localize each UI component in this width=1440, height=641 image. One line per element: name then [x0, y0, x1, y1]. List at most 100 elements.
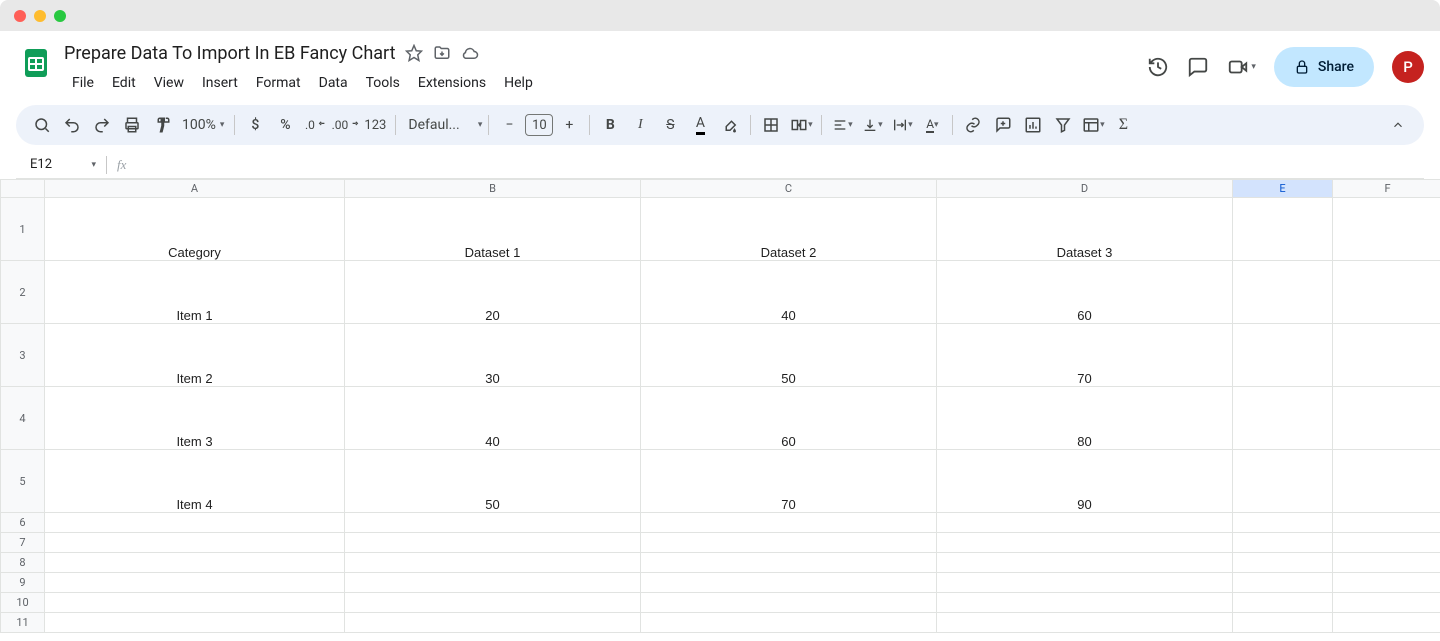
strikethrough-button[interactable]: S — [656, 111, 684, 139]
row-header-4[interactable]: 4 — [1, 387, 45, 450]
cell-A2[interactable]: Item 1 — [45, 261, 345, 324]
account-avatar[interactable]: P — [1392, 51, 1424, 83]
formula-input[interactable] — [136, 151, 1424, 178]
rotate-button[interactable]: A▾ — [918, 111, 946, 139]
window-close-button[interactable] — [14, 10, 26, 22]
col-header-F[interactable]: F — [1333, 180, 1440, 198]
cell-F5[interactable] — [1333, 450, 1440, 513]
print-button[interactable] — [118, 111, 146, 139]
menu-help[interactable]: Help — [496, 71, 541, 95]
cell-C5[interactable]: 70 — [641, 450, 937, 513]
name-box[interactable]: E12 ▾ — [16, 157, 106, 172]
cell-D5[interactable]: 90 — [937, 450, 1233, 513]
cell-D4[interactable]: 80 — [937, 387, 1233, 450]
cell-F1[interactable] — [1333, 198, 1440, 261]
increase-decimal-button[interactable]: .00 — [331, 111, 359, 139]
spreadsheet-grid[interactable]: A B C D E F 1 Category Dataset 1 Dataset… — [0, 179, 1440, 633]
col-header-C[interactable]: C — [641, 180, 937, 198]
text-color-button[interactable]: A — [686, 111, 714, 139]
cell-B5[interactable]: 50 — [345, 450, 641, 513]
cell-C1[interactable]: Dataset 2 — [641, 198, 937, 261]
col-header-D[interactable]: D — [937, 180, 1233, 198]
row-header-5[interactable]: 5 — [1, 450, 45, 513]
merge-button[interactable]: ▾ — [787, 111, 815, 139]
cell-B1[interactable]: Dataset 1 — [345, 198, 641, 261]
cell-C3[interactable]: 50 — [641, 324, 937, 387]
wrap-button[interactable]: ▾ — [888, 111, 916, 139]
cell-A1[interactable]: Category — [45, 198, 345, 261]
h-align-button[interactable]: ▾ — [828, 111, 856, 139]
window-zoom-button[interactable] — [54, 10, 66, 22]
insert-chart-button[interactable] — [1019, 111, 1047, 139]
row-header-3[interactable]: 3 — [1, 324, 45, 387]
cell-E2[interactable] — [1233, 261, 1333, 324]
menu-insert[interactable]: Insert — [194, 71, 246, 95]
cell-E5[interactable] — [1233, 450, 1333, 513]
italic-button[interactable]: I — [626, 111, 654, 139]
cloud-status-icon[interactable] — [461, 44, 479, 62]
window-minimize-button[interactable] — [34, 10, 46, 22]
toolbar-collapse-icon[interactable] — [1384, 111, 1412, 139]
search-menus-icon[interactable] — [28, 111, 56, 139]
select-all-corner[interactable] — [1, 180, 45, 198]
share-button[interactable]: Share — [1274, 47, 1374, 87]
cell-E1[interactable] — [1233, 198, 1333, 261]
menu-extensions[interactable]: Extensions — [410, 71, 494, 95]
filter-button[interactable] — [1049, 111, 1077, 139]
menu-view[interactable]: View — [146, 71, 192, 95]
table-views-button[interactable]: ▾ — [1079, 111, 1107, 139]
col-header-A[interactable]: A — [45, 180, 345, 198]
redo-button[interactable] — [88, 111, 116, 139]
cell-F3[interactable] — [1333, 324, 1440, 387]
font-size-increase[interactable]: + — [555, 111, 583, 139]
row-header-7[interactable]: 7 — [1, 533, 45, 553]
cell-B4[interactable]: 40 — [345, 387, 641, 450]
functions-button[interactable]: Σ — [1109, 111, 1137, 139]
cell-B3[interactable]: 30 — [345, 324, 641, 387]
fill-color-button[interactable] — [716, 111, 744, 139]
menu-tools[interactable]: Tools — [358, 71, 408, 95]
col-header-B[interactable]: B — [345, 180, 641, 198]
cell-A5[interactable]: Item 4 — [45, 450, 345, 513]
bold-button[interactable]: B — [596, 111, 624, 139]
col-header-E[interactable]: E — [1233, 180, 1333, 198]
row-header-8[interactable]: 8 — [1, 553, 45, 573]
number-format-button[interactable]: 123 — [361, 111, 389, 139]
cell-D3[interactable]: 70 — [937, 324, 1233, 387]
row-header-10[interactable]: 10 — [1, 593, 45, 613]
cell-C4[interactable]: 60 — [641, 387, 937, 450]
font-size-input[interactable]: 10 — [525, 114, 553, 136]
decrease-decimal-button[interactable]: .0 — [301, 111, 329, 139]
cell-C2[interactable]: 40 — [641, 261, 937, 324]
cell-B2[interactable]: 20 — [345, 261, 641, 324]
cell-E4[interactable] — [1233, 387, 1333, 450]
cell-A4[interactable]: Item 3 — [45, 387, 345, 450]
cell-A3[interactable]: Item 2 — [45, 324, 345, 387]
font-dropdown[interactable]: Defaul...▾ — [402, 117, 482, 133]
insert-comment-button[interactable] — [989, 111, 1017, 139]
paint-format-button[interactable] — [148, 111, 176, 139]
menu-edit[interactable]: Edit — [104, 71, 144, 95]
borders-button[interactable] — [757, 111, 785, 139]
font-size-decrease[interactable]: − — [495, 111, 523, 139]
v-align-button[interactable]: ▾ — [858, 111, 886, 139]
row-header-6[interactable]: 6 — [1, 513, 45, 533]
zoom-dropdown[interactable]: 100%▾ — [178, 117, 228, 133]
row-header-11[interactable]: 11 — [1, 613, 45, 633]
currency-button[interactable]: $ — [241, 111, 269, 139]
move-folder-icon[interactable] — [433, 44, 451, 62]
sheets-logo[interactable] — [16, 43, 56, 83]
row-header-9[interactable]: 9 — [1, 573, 45, 593]
row-header-1[interactable]: 1 — [1, 198, 45, 261]
meet-icon[interactable]: ▾ — [1227, 56, 1256, 78]
cell-F2[interactable] — [1333, 261, 1440, 324]
comment-icon[interactable] — [1187, 56, 1209, 78]
star-icon[interactable] — [405, 44, 423, 62]
cell-D1[interactable]: Dataset 3 — [937, 198, 1233, 261]
cell-F4[interactable] — [1333, 387, 1440, 450]
undo-button[interactable] — [58, 111, 86, 139]
menu-data[interactable]: Data — [311, 71, 356, 95]
doc-title[interactable]: Prepare Data To Import In EB Fancy Chart — [64, 43, 395, 64]
row-header-2[interactable]: 2 — [1, 261, 45, 324]
history-icon[interactable] — [1147, 56, 1169, 78]
